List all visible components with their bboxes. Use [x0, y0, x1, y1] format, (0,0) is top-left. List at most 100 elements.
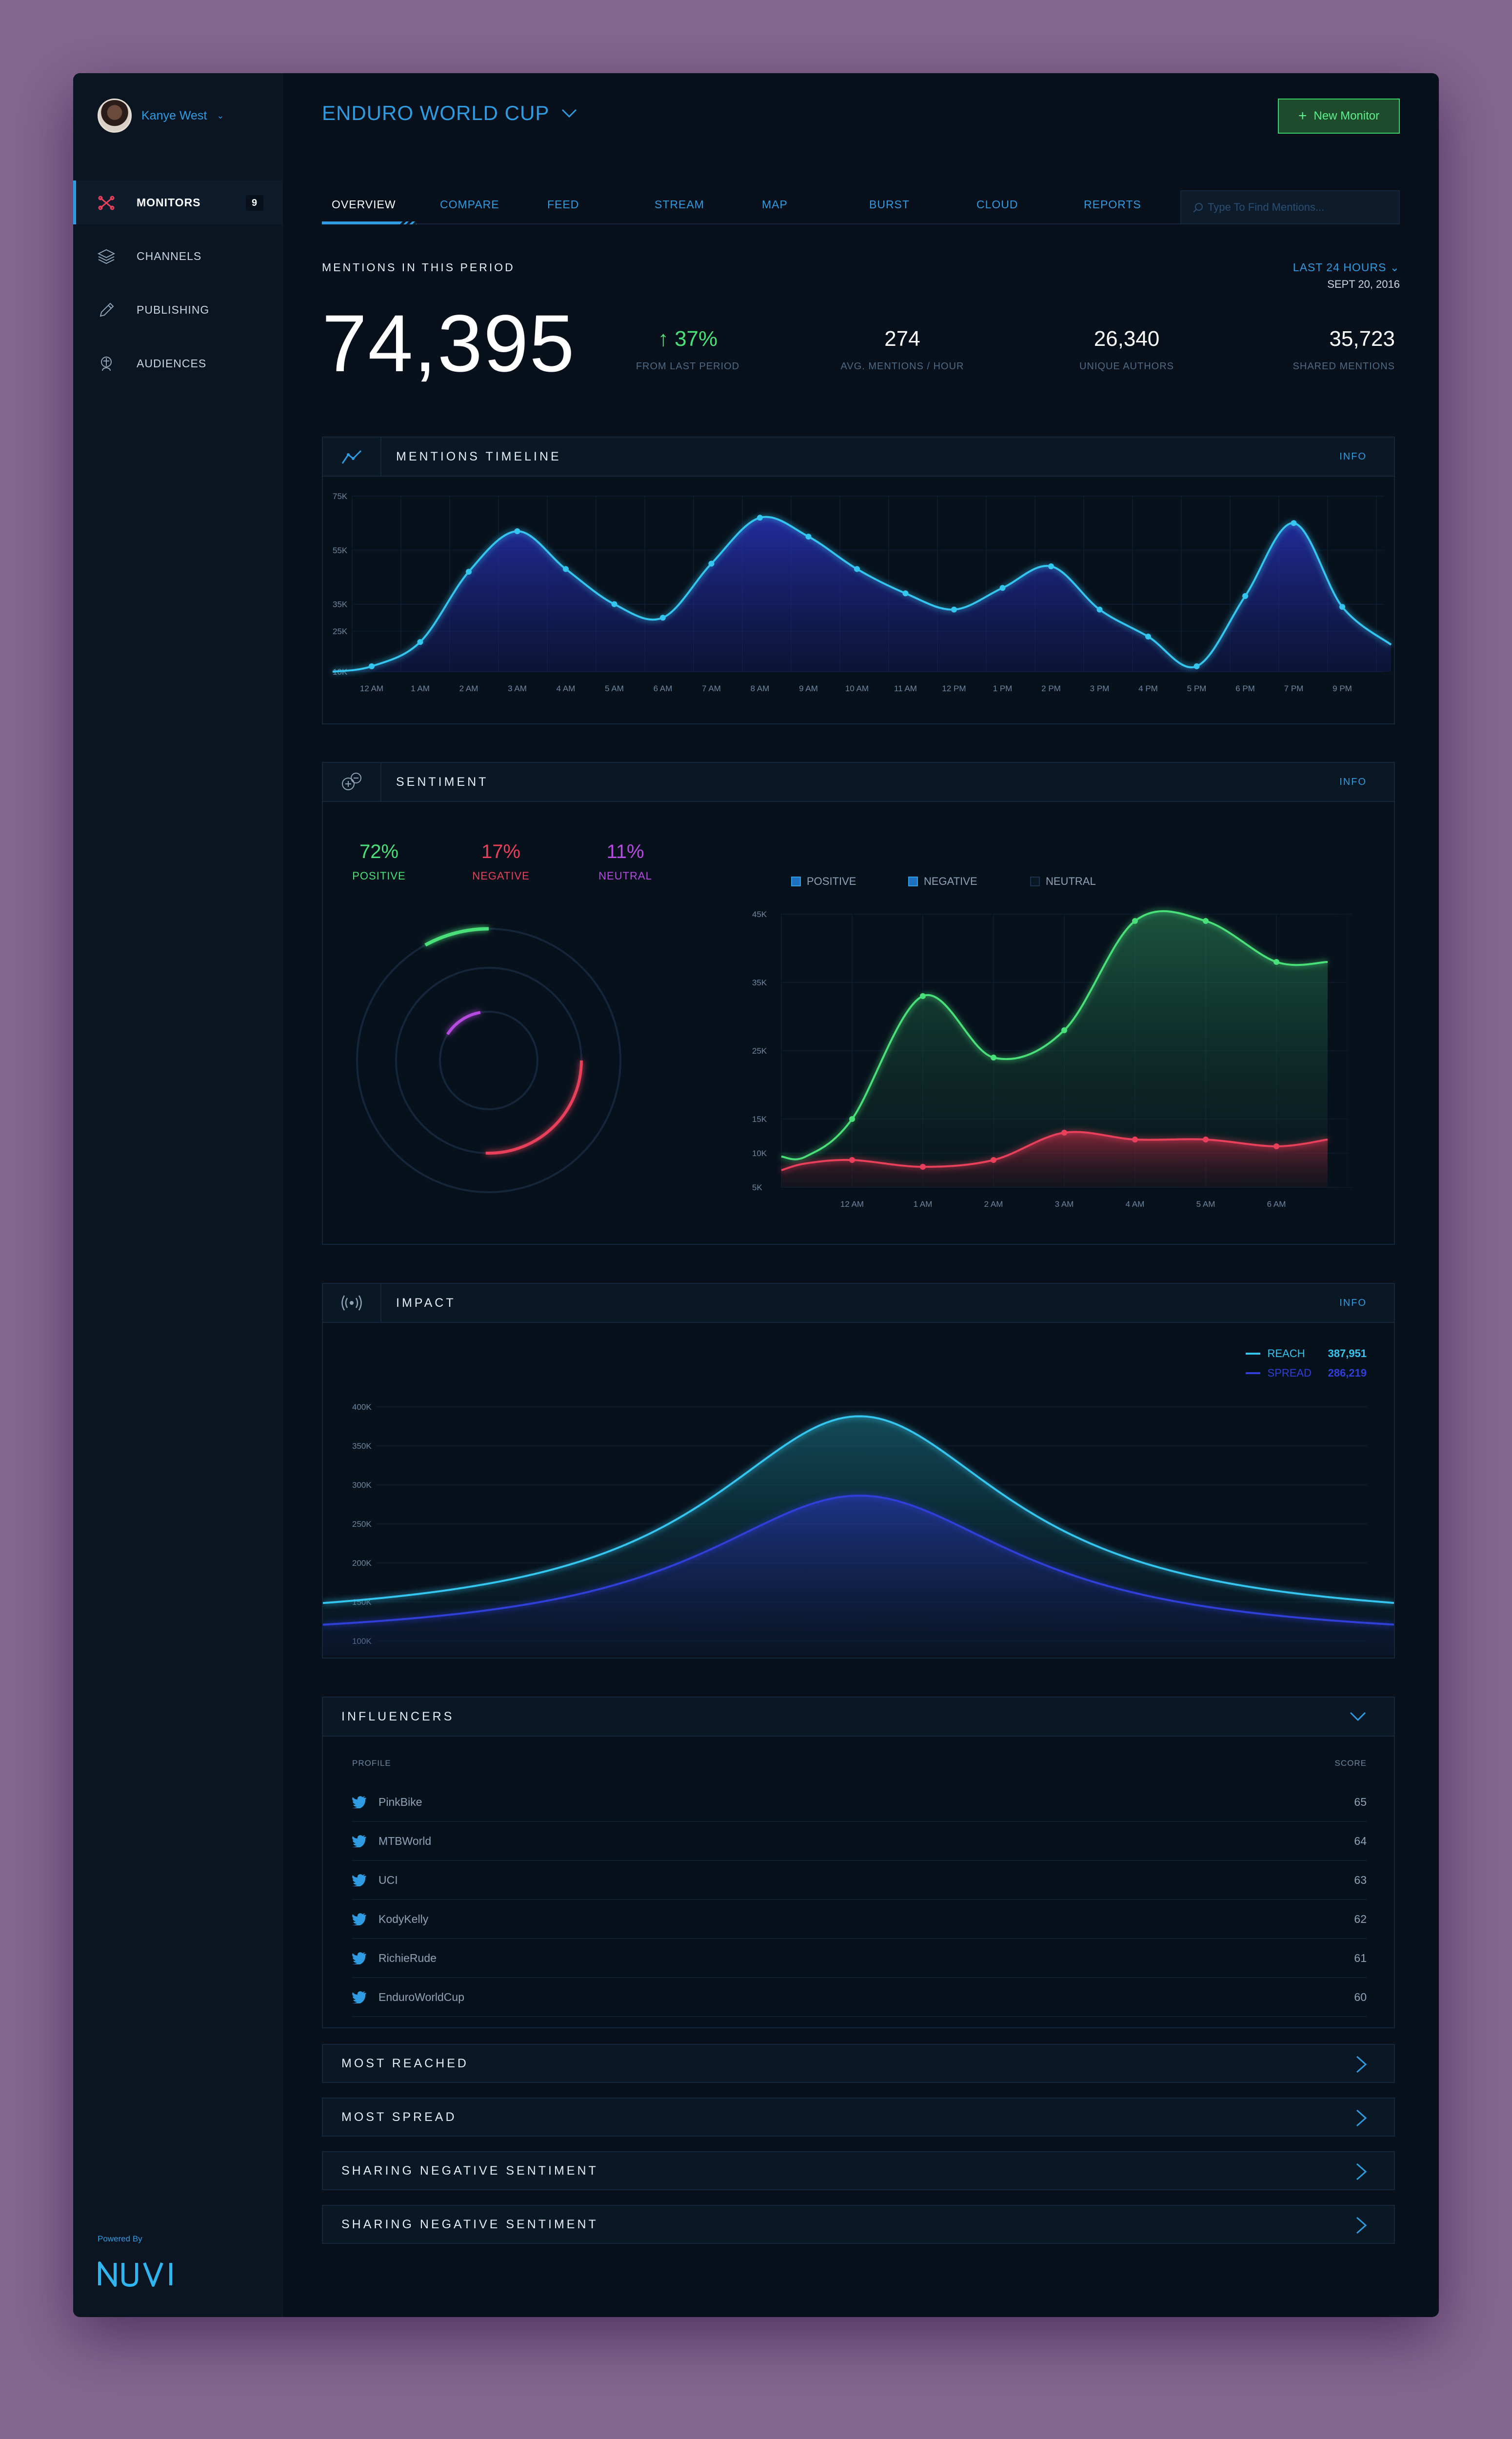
period-date: SEPT 20, 2016	[1327, 278, 1400, 290]
influencer-name: PinkBike	[378, 1795, 422, 1808]
stat-change-value: 37%	[675, 327, 718, 351]
powered-by-label: Powered By	[98, 2234, 142, 2243]
info-link[interactable]: INFO	[1339, 1298, 1367, 1309]
search-placeholder: Type To Find Mentions...	[1208, 201, 1325, 213]
tab-feed[interactable]: FEED	[547, 198, 579, 211]
legend-label: POSITIVE	[807, 875, 856, 887]
data-point	[1145, 634, 1151, 640]
table-row[interactable]: EnduroWorldCup 60	[352, 1978, 1367, 2017]
sidebar-item-audiences[interactable]: AUDIENCES	[73, 341, 283, 385]
positive-point	[920, 993, 926, 999]
section-title: MOST REACHED	[341, 2056, 469, 2070]
panel-header: SENTIMENT INFO	[323, 763, 1394, 802]
search-input[interactable]: Type To Find Mentions...	[1180, 190, 1400, 224]
negative-point	[920, 1164, 926, 1170]
x-tick-label: 8 AM	[751, 684, 770, 693]
sidebar-item-monitors[interactable]: MONITORS 9	[73, 180, 283, 224]
spread-area	[323, 1496, 1394, 1656]
sidebar-item-publishing[interactable]: PUBLISHING	[73, 288, 283, 332]
legend-positive[interactable]: POSITIVE	[791, 875, 856, 888]
data-point	[757, 515, 763, 521]
x-tick-label: 9 AM	[799, 684, 818, 693]
legend-neutral[interactable]: NEUTRAL	[1030, 875, 1096, 888]
plus-icon: +	[1298, 108, 1307, 124]
sentiment-icon	[323, 763, 381, 801]
period-selector[interactable]: LAST 24 HOURS ⌄ SEPT 20, 2016	[1293, 261, 1400, 291]
tab-cloud[interactable]: CLOUD	[976, 198, 1018, 211]
data-point	[1048, 563, 1054, 569]
tab-compare[interactable]: COMPARE	[440, 198, 499, 211]
monitors-count-badge: 9	[246, 195, 263, 211]
tab-map[interactable]: MAP	[762, 198, 788, 211]
tab-overview[interactable]: OVERVIEW	[332, 198, 396, 211]
mentions-timeline-panel: MENTIONS TIMELINE INFO 10K 25K 35K 55K 75K 12…	[322, 437, 1395, 724]
x-tick-label: 12 PM	[942, 684, 966, 693]
info-link[interactable]: INFO	[1339, 451, 1367, 462]
y-tick-label: 250K	[352, 1519, 372, 1529]
positive-point	[991, 1055, 996, 1060]
table-row[interactable]: PinkBike 65	[352, 1783, 1367, 1822]
x-tick-label: 3 AM	[1055, 1200, 1074, 1209]
legend-negative[interactable]: NEGATIVE	[908, 875, 977, 888]
y-tick-label: 350K	[352, 1441, 372, 1451]
sharing-negative-section[interactable]: SHARING NEGATIVE SENTIMENT	[322, 2151, 1395, 2190]
y-tick-label: 10K	[752, 1149, 767, 1158]
table-row[interactable]: KodyKelly 62	[352, 1900, 1367, 1939]
monitors-icon	[98, 196, 115, 210]
data-point	[417, 639, 423, 645]
panel-header[interactable]: INFLUENCERS	[323, 1698, 1394, 1737]
panel-title: SENTIMENT	[396, 775, 489, 789]
app-window: Kanye West ⌄ MONITORS 9 CHANNELS PUBLISH…	[73, 73, 1439, 2317]
user-name: Kanye West	[141, 108, 207, 122]
user-menu[interactable]: Kanye West ⌄	[98, 99, 224, 133]
data-point	[611, 601, 617, 607]
tab-bar: OVERVIEW COMPARE FEED STREAM MAP BURST C…	[322, 185, 1400, 224]
stat-shared-label: SHARED MENTIONS	[1293, 361, 1395, 372]
tab-burst[interactable]: BURST	[869, 198, 910, 211]
x-tick-label: 7 AM	[702, 684, 721, 693]
active-tab-indicator	[322, 221, 400, 224]
twitter-icon	[352, 1835, 366, 1847]
y-tick-label: 5K	[752, 1183, 762, 1192]
chevron-down-icon: ⌄	[217, 110, 224, 120]
positive-point	[1132, 918, 1138, 924]
data-point	[1096, 606, 1103, 613]
tab-stream[interactable]: STREAM	[655, 198, 704, 211]
chevron-right-icon	[1356, 2163, 1367, 2180]
positive-point	[849, 1116, 855, 1122]
pencil-icon	[99, 302, 114, 317]
data-point	[708, 560, 715, 567]
stat-change-label: FROM LAST PERIOD	[636, 361, 740, 372]
panel-title: IMPACT	[396, 1296, 456, 1310]
table-row[interactable]: UCI 63	[352, 1861, 1367, 1900]
most-reached-section[interactable]: MOST REACHED	[322, 2044, 1395, 2083]
data-point	[466, 569, 472, 575]
page-title: ENDURO WORLD CUP	[322, 101, 550, 124]
tab-indicator-hatch	[400, 221, 417, 224]
sidebar-nav: MONITORS 9 CHANNELS PUBLISHING AUDIENCES	[73, 180, 283, 395]
stat-authors-label: UNIQUE AUTHORS	[1079, 361, 1174, 372]
sharing-negative-section-2[interactable]: SHARING NEGATIVE SENTIMENT	[322, 2205, 1395, 2244]
sidebar-item-channels[interactable]: CHANNELS	[73, 234, 283, 278]
negative-point	[1132, 1137, 1138, 1142]
nuvi-logo	[98, 2261, 172, 2287]
x-tick-label: 12 AM	[360, 684, 383, 693]
info-link[interactable]: INFO	[1339, 777, 1367, 788]
new-monitor-label: New Monitor	[1313, 109, 1380, 122]
negative-point	[1061, 1130, 1067, 1136]
neutral-value: 11%	[606, 841, 644, 862]
data-point	[660, 615, 666, 621]
influencer-name: KodyKelly	[378, 1912, 429, 1925]
monitor-title[interactable]: ENDURO WORLD CUP	[322, 101, 577, 125]
new-monitor-button[interactable]: + New Monitor	[1278, 99, 1400, 134]
chevron-down-icon: ⌄	[1390, 261, 1400, 274]
table-row[interactable]: MTBWorld 64	[352, 1822, 1367, 1861]
data-point	[1291, 520, 1297, 526]
table-row[interactable]: RichieRude 61	[352, 1939, 1367, 1978]
y-tick-label: 55K	[333, 546, 348, 555]
tab-reports[interactable]: REPORTS	[1084, 198, 1141, 211]
most-spread-section[interactable]: MOST SPREAD	[322, 2098, 1395, 2137]
positive-value: 72%	[359, 841, 399, 862]
chevron-right-icon	[1356, 2056, 1367, 2073]
arrow-up-icon: ↑	[657, 327, 669, 351]
